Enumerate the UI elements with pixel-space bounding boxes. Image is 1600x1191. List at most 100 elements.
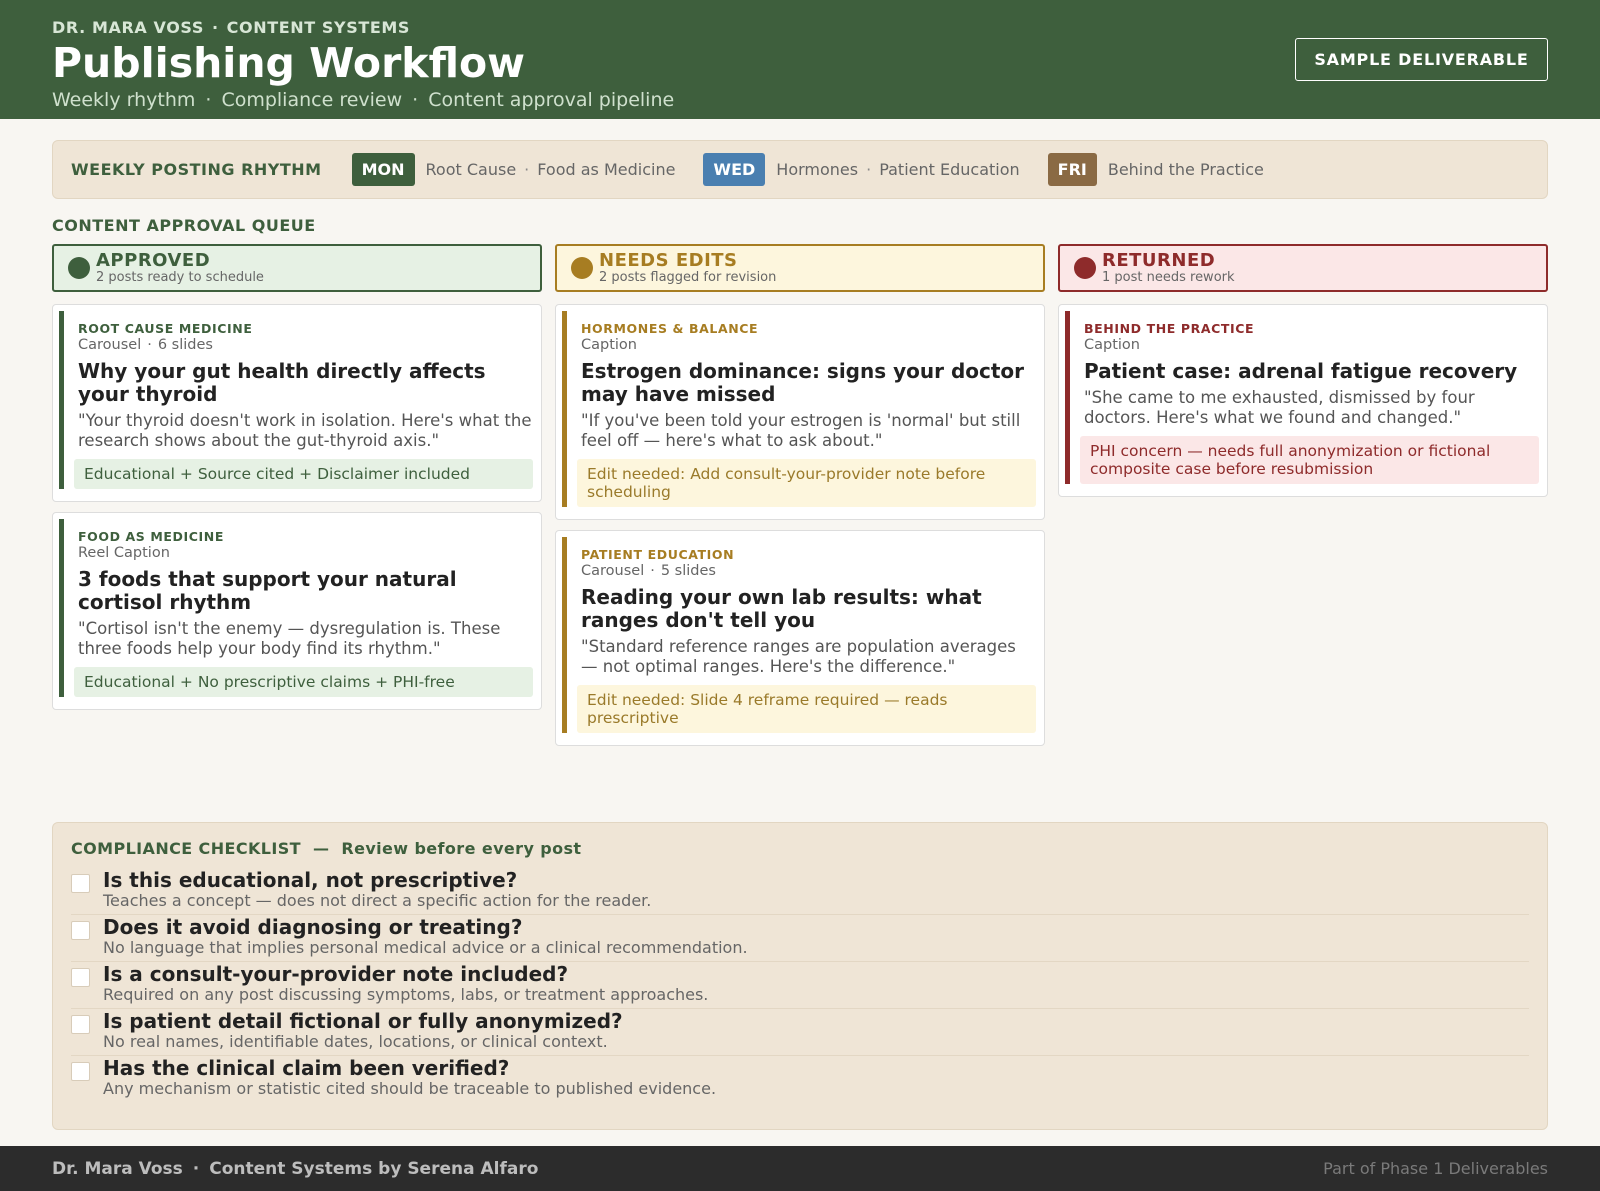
- review-note: PHI concern — needs full anonymization o…: [1080, 436, 1539, 484]
- post-format: Caption: [581, 337, 1036, 353]
- review-note: Edit needed: Slide 4 reframe required — …: [577, 685, 1036, 733]
- checklist-item-text: Has the clinical claim been verified? Any…: [103, 1056, 716, 1097]
- footer-credit: Dr. Mara Voss · Content Systems by Serena …: [52, 1159, 538, 1179]
- day-pill-wed[interactable]: WED: [703, 153, 766, 186]
- checklist-item-text: Is a consult-your-provider note included…: [103, 962, 708, 1003]
- post-card[interactable]: PATIENT EDUCATION Carousel · 5 slides Readin…: [555, 530, 1045, 746]
- checklist-item: Has the clinical claim been verified? Any…: [71, 1056, 1529, 1103]
- checkbox[interactable]: [71, 1062, 90, 1081]
- topic-label: Patient Education: [879, 160, 1020, 179]
- post-category: HORMONES & BALANCE: [581, 321, 759, 336]
- post-title: 3 foods that support your natural cortis…: [78, 567, 457, 614]
- checklist-item-text: Does it avoid diagnosing or treating? No …: [103, 915, 748, 956]
- card-body: BEHIND THE PRACTICE Caption Patient case: …: [1065, 311, 1539, 484]
- day-pill-fri[interactable]: FRI: [1047, 153, 1097, 186]
- post-card[interactable]: BEHIND THE PRACTICE Caption Patient case: …: [1058, 304, 1548, 497]
- queue-column-returned: RETURNED 1 post needs rework BEHIND THE PR…: [1058, 244, 1548, 507]
- queue-column-needs-edits: NEEDS EDITS 2 posts flagged for revision H…: [555, 244, 1045, 756]
- status-dot-icon: [571, 257, 593, 279]
- queue-column-approved: APPROVED 2 posts ready to schedule ROOT CA…: [52, 244, 542, 720]
- column-count: 2 posts ready to schedule: [96, 269, 264, 285]
- checklist-question: Has the clinical claim been verified?: [103, 1056, 510, 1080]
- header-eyebrow: DR. MARA VOSS · CONTENT SYSTEMS: [52, 18, 1548, 37]
- format-type: Caption: [581, 337, 637, 353]
- checklist-item: Does it avoid diagnosing or treating? No …: [71, 915, 1529, 962]
- format-type: Reel Caption: [78, 545, 170, 561]
- status-dot-icon: [68, 257, 90, 279]
- status-dot-icon: [1074, 257, 1096, 279]
- column-count: 2 posts flagged for revision: [599, 269, 777, 285]
- post-format: Carousel · 5 slides: [581, 563, 1036, 579]
- format-type: Carousel: [581, 563, 645, 579]
- footer-separator: ·: [192, 1158, 200, 1179]
- checkbox[interactable]: [71, 1015, 90, 1034]
- checklist-description: No real names, identifiable dates, locat…: [103, 1032, 608, 1051]
- compliance-checklist: COMPLIANCE CHECKLIST — Review before every…: [52, 822, 1548, 1130]
- checklist-item-text: Is this educational, not prescriptive? Te…: [103, 868, 651, 909]
- checklist-question: Is patient detail fictional or fully ano…: [103, 1009, 623, 1033]
- card-body: ROOT CAUSE MEDICINE Carousel · 6 slides Why …: [59, 311, 533, 489]
- column-header: APPROVED 2 posts ready to schedule: [52, 244, 542, 292]
- day-topics: Root Cause · Food as Medicine: [426, 160, 676, 179]
- subtitle-part: Compliance review: [221, 89, 403, 111]
- checkbox[interactable]: [71, 874, 90, 893]
- checklist-subtitle: Review before every post: [341, 839, 582, 858]
- post-title: Patient case: adrenal fatigue recovery: [1084, 359, 1518, 383]
- page-subtitle: Weekly rhythm · Compliance review · Content …: [52, 89, 1548, 111]
- day-topics: Behind the Practice: [1108, 160, 1264, 179]
- post-card[interactable]: ROOT CAUSE MEDICINE Carousel · 6 slides Why …: [52, 304, 542, 502]
- weekly-posting-rhythm: WEEKLY POSTING RHYTHM MON Root Cause · Food…: [52, 140, 1548, 199]
- post-card[interactable]: FOOD AS MEDICINE Reel Caption 3 foods that…: [52, 512, 542, 710]
- subtitle-separator: ·: [412, 89, 419, 111]
- column-name: RETURNED: [1102, 249, 1216, 271]
- format-type: Carousel: [78, 337, 142, 353]
- column-header-text: NEEDS EDITS 2 posts flagged for revision: [599, 249, 777, 285]
- day-pill-mon[interactable]: MON: [351, 153, 415, 186]
- checklist-items: Is this educational, not prescriptive? Te…: [71, 868, 1529, 1103]
- column-count: 1 post needs rework: [1102, 269, 1235, 285]
- subtitle-part: Content approval pipeline: [428, 89, 675, 111]
- checkbox[interactable]: [71, 921, 90, 940]
- post-category: PATIENT EDUCATION: [581, 547, 735, 562]
- slide-count: 6 slides: [157, 337, 213, 353]
- column-name: NEEDS EDITS: [599, 249, 738, 271]
- footer-credit-text: Content Systems by Serena Alfaro: [209, 1158, 539, 1179]
- checklist-description: No language that implies personal medica…: [103, 938, 748, 957]
- eyebrow-separator: ·: [211, 18, 219, 37]
- page-header: DR. MARA VOSS · CONTENT SYSTEMS Publishing…: [0, 0, 1600, 119]
- card-body: FOOD AS MEDICINE Reel Caption 3 foods that…: [59, 519, 533, 697]
- card-body: PATIENT EDUCATION Carousel · 5 slides Readin…: [562, 537, 1036, 733]
- review-note: Educational + No prescriptive claims + P…: [74, 667, 533, 697]
- post-format: Reel Caption: [78, 545, 533, 561]
- column-header: NEEDS EDITS 2 posts flagged for revision: [555, 244, 1045, 292]
- checklist-title: COMPLIANCE CHECKLIST: [71, 839, 301, 858]
- checklist-description: Any mechanism or statistic cited should …: [103, 1079, 717, 1098]
- eyebrow-dept: CONTENT SYSTEMS: [226, 18, 411, 37]
- post-format: Carousel · 6 slides: [78, 337, 533, 353]
- topic-separator: ·: [866, 160, 872, 179]
- checklist-item: Is this educational, not prescriptive? Te…: [71, 868, 1529, 915]
- checklist-item: Is a consult-your-provider note included…: [71, 962, 1529, 1009]
- sample-deliverable-badge[interactable]: SAMPLE DELIVERABLE: [1295, 38, 1548, 81]
- post-title: Estrogen dominance: signs your doctor ma…: [581, 359, 1025, 406]
- topic-label: Root Cause: [425, 160, 517, 179]
- checkbox[interactable]: [71, 968, 90, 987]
- subtitle-part: Weekly rhythm: [52, 89, 196, 111]
- checklist-question: Is a consult-your-provider note included…: [103, 962, 569, 986]
- checklist-question: Does it avoid diagnosing or treating?: [103, 915, 523, 939]
- checklist-heading: COMPLIANCE CHECKLIST — Review before every…: [71, 839, 1529, 858]
- page-footer: Dr. Mara Voss · Content Systems by Serena …: [0, 1146, 1600, 1191]
- day-topics: Hormones · Patient Education: [776, 160, 1019, 179]
- post-card[interactable]: HORMONES & BALANCE Caption Estrogen domina…: [555, 304, 1045, 520]
- rhythm-title: WEEKLY POSTING RHYTHM: [71, 160, 322, 179]
- checklist-question: Is this educational, not prescriptive?: [103, 868, 518, 892]
- rhythm-days: MON Root Cause · Food as Medicine WED Hormone…: [351, 153, 1292, 186]
- checklist-description: Required on any post discussing symptoms…: [103, 985, 709, 1004]
- format-separator: ·: [650, 563, 655, 579]
- topic-separator: ·: [524, 160, 530, 179]
- eyebrow-name: DR. MARA VOSS: [52, 18, 204, 37]
- queue-title: CONTENT APPROVAL QUEUE: [52, 216, 316, 235]
- topic-label: Food as Medicine: [537, 160, 676, 179]
- column-name: APPROVED: [96, 249, 211, 271]
- column-header: RETURNED 1 post needs rework: [1058, 244, 1548, 292]
